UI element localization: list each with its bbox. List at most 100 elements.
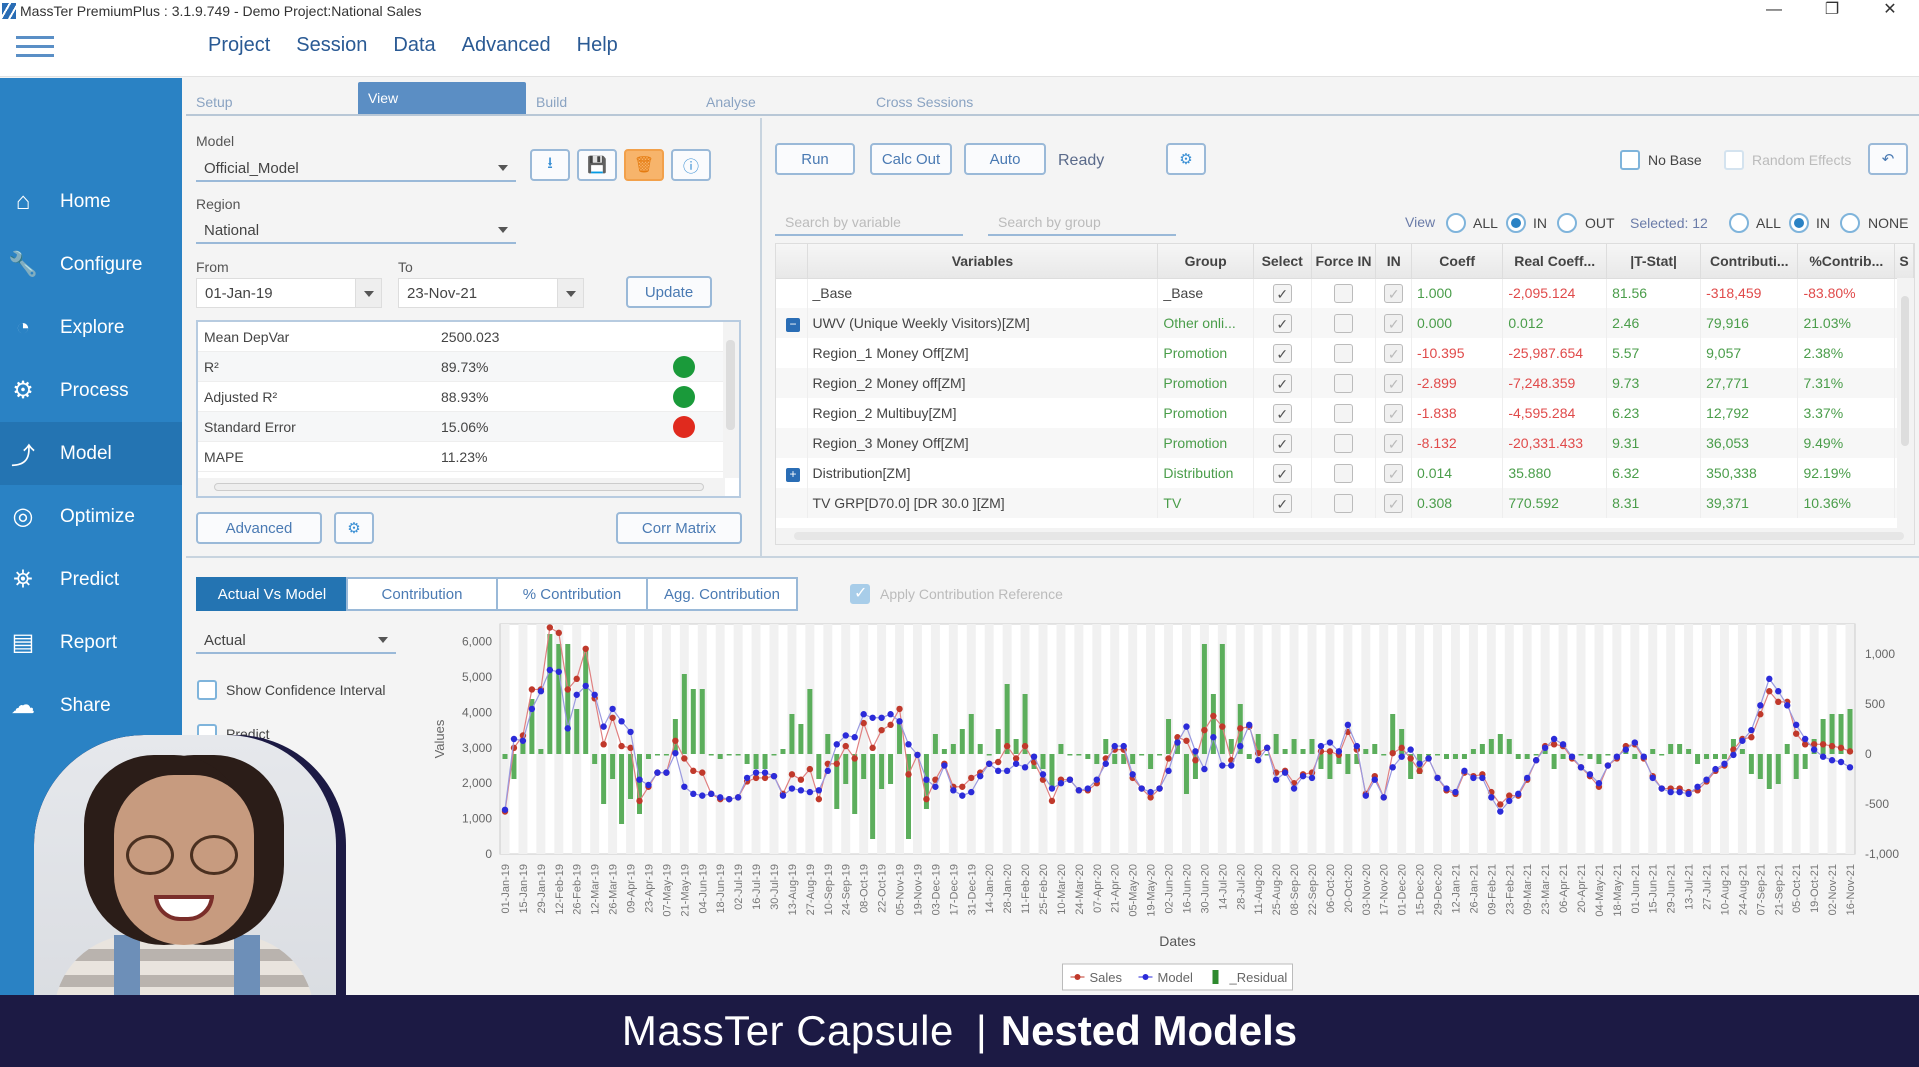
force-in-checkbox[interactable] <box>1333 373 1353 393</box>
column-header[interactable]: Real Coeff... <box>1502 244 1608 279</box>
select-all-radio[interactable] <box>1729 213 1749 233</box>
select-checkbox[interactable]: ✓ <box>1272 463 1292 483</box>
table-row[interactable]: Region_1 Money Off[ZM] Promotion ✓ ✓ -10.395… <box>776 338 1914 368</box>
menu-data[interactable]: Data <box>393 34 435 57</box>
column-header[interactable]: %Contrib... <box>1797 244 1896 279</box>
run-button[interactable]: Run <box>775 143 855 175</box>
force-in-checkbox[interactable] <box>1333 313 1353 333</box>
grid-vertical-scrollbar[interactable] <box>1897 278 1914 528</box>
column-header[interactable]: Variables <box>807 244 1159 279</box>
tab-cross-sessions[interactable]: Cross Sessions <box>876 84 973 116</box>
load-model-button[interactable]: ⭳ <box>530 149 570 181</box>
save-model-button[interactable]: 💾 <box>577 149 617 181</box>
tab-actual-vs-model[interactable]: Actual Vs Model <box>196 577 348 611</box>
expand-cell[interactable] <box>776 488 808 518</box>
select-checkbox[interactable]: ✓ <box>1272 343 1292 363</box>
series-select[interactable]: Actual <box>196 626 396 654</box>
delete-model-button[interactable]: 🗑 <box>624 149 664 181</box>
to-date-picker[interactable]: 23-Nov-21 <box>398 278 584 308</box>
table-row[interactable]: Region_2 Multibuy[ZM] Promotion ✓ ✓ -1.838 -4… <box>776 398 1914 428</box>
column-header[interactable]: Force IN <box>1311 244 1377 279</box>
force-in-checkbox[interactable] <box>1333 463 1353 483</box>
expand-cell[interactable] <box>776 338 808 368</box>
expand-cell[interactable] <box>776 428 808 458</box>
menu-session[interactable]: Session <box>296 34 367 57</box>
search-variable-input[interactable]: Search by variable <box>775 210 963 236</box>
view-all-radio[interactable] <box>1446 213 1466 233</box>
stats-vertical-scrollbar[interactable] <box>723 322 739 478</box>
info-button[interactable]: ⓘ <box>671 149 711 181</box>
tab-agg-contribution[interactable]: Agg. Contribution <box>646 577 798 611</box>
column-header[interactable]: Group <box>1157 244 1254 279</box>
model-select[interactable]: Official_Model <box>196 154 516 182</box>
undo-button[interactable]: ↶ <box>1868 143 1908 175</box>
sidebar-item-process[interactable]: ⚙ Process <box>0 359 182 422</box>
select-in-radio[interactable] <box>1789 213 1809 233</box>
grid-horizontal-scrollbar[interactable] <box>776 528 1914 544</box>
close-button[interactable]: ✕ <box>1861 0 1919 20</box>
sidebar-item-predict[interactable]: ⛯ Predict <box>0 548 182 611</box>
force-in-checkbox[interactable] <box>1333 433 1353 453</box>
expand-icon[interactable]: + <box>786 467 800 482</box>
select-checkbox[interactable]: ✓ <box>1272 403 1292 423</box>
vertical-splitter[interactable] <box>760 118 762 558</box>
column-header[interactable]: S <box>1894 244 1914 279</box>
stats-horizontal-scrollbar[interactable] <box>198 478 725 496</box>
region-select[interactable]: National <box>196 216 516 244</box>
select-checkbox[interactable]: ✓ <box>1272 433 1292 453</box>
column-header[interactable]: Contributi... <box>1700 244 1799 279</box>
stats-settings-button[interactable]: ⚙ <box>334 512 374 544</box>
menu-advanced[interactable]: Advanced <box>462 34 551 57</box>
tab-contribution[interactable]: Contribution <box>346 577 498 611</box>
column-header[interactable]: IN <box>1375 244 1413 279</box>
menu-project[interactable]: Project <box>208 34 270 57</box>
collapse-icon[interactable]: − <box>786 317 800 332</box>
hamburger-menu-icon[interactable] <box>16 36 54 60</box>
sidebar-item-share[interactable]: ☁ Share <box>0 674 182 737</box>
restore-button[interactable]: ❐ <box>1803 0 1861 20</box>
sidebar-item-optimize[interactable]: ◎ Optimize <box>0 485 182 548</box>
sidebar-item-explore[interactable]: ◔ Explore <box>0 296 182 359</box>
update-button[interactable]: Update <box>626 276 712 308</box>
expand-cell[interactable] <box>776 368 808 398</box>
select-checkbox[interactable]: ✓ <box>1272 493 1292 513</box>
tab-build[interactable]: Build <box>536 84 567 116</box>
apply-contribution-reference-checkbox[interactable] <box>850 583 870 604</box>
table-row[interactable]: _Base _Base ✓ ✓ 1.000 -2,095.124 81.56 -318,459… <box>776 278 1914 308</box>
run-settings-button[interactable]: ⚙ <box>1166 143 1206 175</box>
table-row[interactable]: TV GRP[D70.0] [DR 30.0 ][ZM] TV ✓ ✓ 0.308 770… <box>776 488 1914 518</box>
sidebar-item-configure[interactable]: 🔧 Configure <box>0 233 182 296</box>
column-header[interactable]: Coeff <box>1411 244 1504 279</box>
no-base-checkbox[interactable] <box>1620 150 1640 170</box>
table-row[interactable]: − UWV (Unique Weekly Visitors)[ZM] Other o… <box>776 308 1914 338</box>
tab-analyse[interactable]: Analyse <box>706 84 756 116</box>
sidebar-item-home[interactable]: ⌂ Home <box>0 170 182 233</box>
view-in-radio[interactable] <box>1506 213 1526 233</box>
force-in-checkbox[interactable] <box>1333 403 1353 423</box>
view-out-radio[interactable] <box>1557 213 1577 233</box>
column-header[interactable]: Select <box>1253 244 1312 279</box>
force-in-checkbox[interactable] <box>1333 283 1353 303</box>
menu-help[interactable]: Help <box>577 34 618 57</box>
calc-out-button[interactable]: Calc Out <box>870 143 952 175</box>
show-confidence-interval-checkbox[interactable] <box>197 680 217 700</box>
search-group-input[interactable]: Search by group <box>988 210 1176 236</box>
select-checkbox[interactable]: ✓ <box>1272 373 1292 393</box>
tab-view[interactable]: View <box>358 82 526 114</box>
minimize-button[interactable]: — <box>1745 0 1803 20</box>
force-in-checkbox[interactable] <box>1333 493 1353 513</box>
random-effects-checkbox[interactable] <box>1724 150 1744 170</box>
force-in-checkbox[interactable] <box>1333 343 1353 363</box>
sidebar-item-report[interactable]: ▤ Report <box>0 611 182 674</box>
expand-cell[interactable] <box>776 398 808 428</box>
tab-setup[interactable]: Setup <box>196 84 233 116</box>
column-header[interactable]: |T-Stat| <box>1606 244 1702 279</box>
horizontal-splitter[interactable] <box>186 556 1919 558</box>
expand-cell[interactable] <box>776 278 808 308</box>
expand-cell[interactable]: + <box>776 458 808 488</box>
select-none-radio[interactable] <box>1840 213 1860 233</box>
corr-matrix-button[interactable]: Corr Matrix <box>616 512 742 544</box>
calendar-dropdown-icon[interactable] <box>355 279 381 307</box>
sidebar-item-model[interactable]: ⤴ Model <box>0 422 182 485</box>
table-row[interactable]: Region_3 Money Off[ZM] Promotion ✓ ✓ -8.132-… <box>776 428 1914 458</box>
